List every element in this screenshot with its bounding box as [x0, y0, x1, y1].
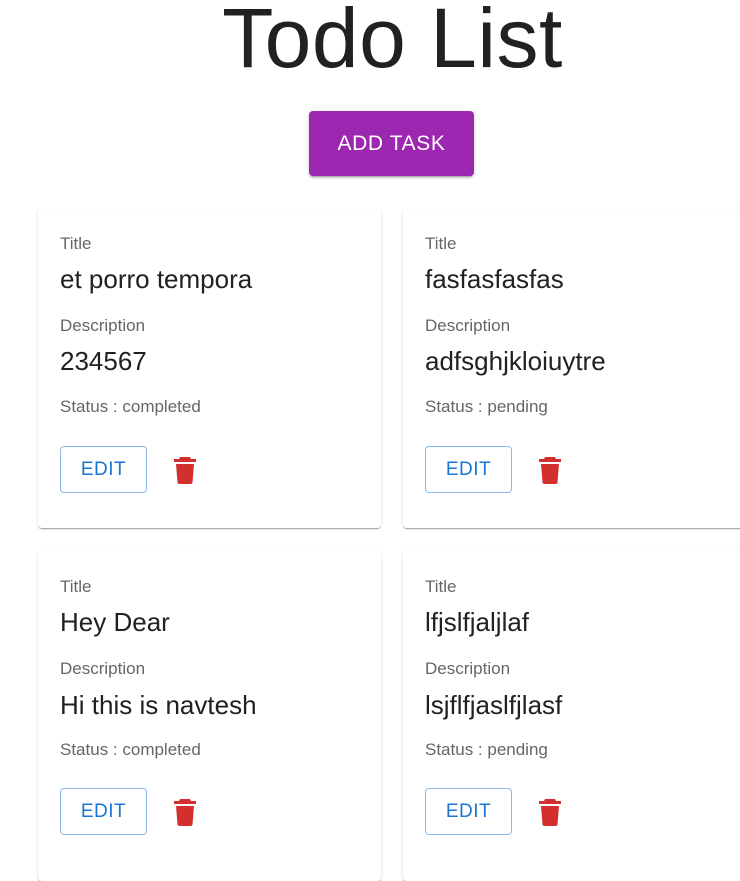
title-label: Title [425, 234, 457, 253]
delete-button[interactable] [533, 795, 567, 829]
delete-icon [539, 799, 561, 826]
task-title: Hey Dear [60, 607, 170, 637]
delete-button[interactable] [168, 453, 202, 487]
add-task-button[interactable]: ADD TASK [309, 111, 474, 176]
task-status: Status : completed [60, 740, 201, 759]
title-label: Title [60, 234, 92, 253]
edit-button[interactable]: EDIT [60, 446, 147, 493]
task-description: adfsghjkloiuytre [425, 346, 606, 376]
task-card: Title fasfasfasfas Description adfsghjkl… [403, 209, 740, 528]
task-description: 234567 [60, 346, 147, 376]
delete-button[interactable] [533, 453, 567, 487]
delete-icon [174, 457, 196, 484]
edit-button[interactable]: EDIT [425, 446, 512, 493]
task-title: et porro tempora [60, 264, 253, 294]
task-card: Title et porro tempora Description 23456… [38, 209, 381, 528]
task-title: fasfasfasfas [425, 264, 564, 294]
task-description: Hi this is navtesh [60, 690, 257, 720]
task-description: lsjflfjaslfjlasf [425, 690, 563, 720]
description-label: Description [60, 659, 146, 678]
description-label: Description [425, 316, 511, 335]
delete-button[interactable] [168, 795, 202, 829]
page-title: Todo List [222, 0, 563, 85]
task-status: Status : completed [60, 397, 201, 416]
title-label: Title [425, 577, 457, 596]
description-label: Description [60, 316, 146, 335]
edit-button[interactable]: EDIT [60, 788, 147, 835]
edit-button[interactable]: EDIT [425, 788, 512, 835]
delete-icon [174, 799, 196, 826]
title-label: Title [60, 577, 92, 596]
task-status: Status : pending [425, 740, 548, 759]
delete-icon [539, 457, 561, 484]
task-card: Title lfjslfjaljlaf Description lsjflfja… [403, 551, 740, 881]
task-title: lfjslfjaljlaf [425, 607, 530, 637]
task-status: Status : pending [425, 397, 548, 416]
description-label: Description [425, 659, 511, 678]
task-card: Title Hey Dear Description Hi this is na… [38, 551, 381, 881]
